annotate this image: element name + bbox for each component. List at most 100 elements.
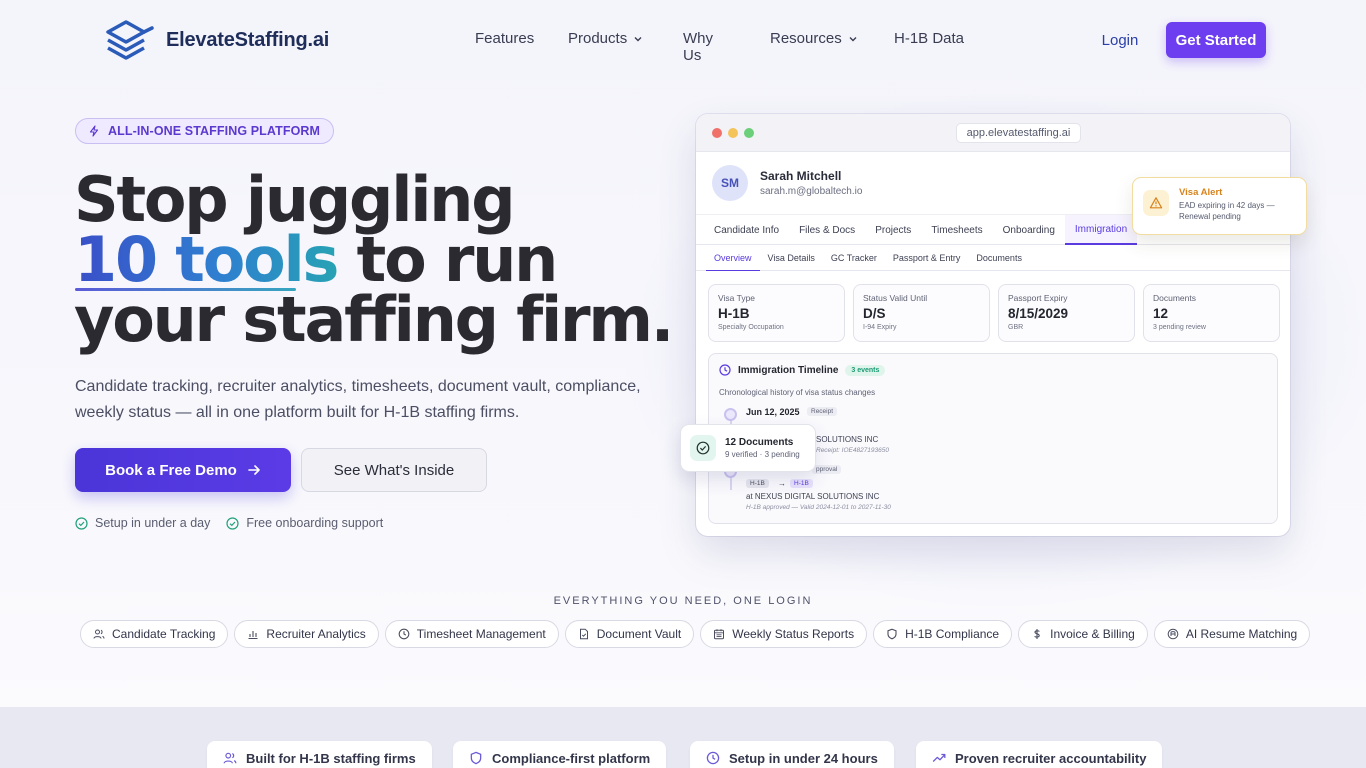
chip-invoice-billing[interactable]: Invoice & Billing <box>1018 620 1148 648</box>
tab-files-docs[interactable]: Files & Docs <box>789 215 865 245</box>
nav-products-label: Products <box>568 30 628 47</box>
trust-chip-setup: Setup in under 24 hours <box>690 741 894 768</box>
feature-chips: Candidate Tracking Recruiter Analytics T… <box>80 620 1311 648</box>
nav-why-us-label: Why Us <box>683 30 713 64</box>
visa-chip-from: H-1B <box>746 479 769 488</box>
check-circle-icon <box>75 516 88 530</box>
subtab-gc-tracker[interactable]: GC Tracker <box>823 245 885 271</box>
stat-note: 3 pending review <box>1153 324 1206 331</box>
documents-card-subtitle: 9 verified · 3 pending <box>725 450 800 459</box>
trust-chip-label: Compliance-first platform <box>492 750 651 766</box>
arrow-right-icon <box>248 465 260 475</box>
documents-card-title: 12 Documents <box>725 437 794 448</box>
document-icon <box>579 628 588 640</box>
subtab-passport-entry[interactable]: Passport & Entry <box>885 245 969 271</box>
chip-weekly-status-reports[interactable]: Weekly Status Reports <box>700 620 868 648</box>
documents-card: 12 Documents 9 verified · 3 pending <box>680 424 816 472</box>
nav-features[interactable]: Features <box>475 30 534 47</box>
stat-note: GBR <box>1008 324 1024 331</box>
stat-card-passport-expiry: Passport Expiry 8/15/2029 GBR <box>998 284 1135 342</box>
chip-label: Candidate Tracking <box>112 627 216 641</box>
timeline-event-meta: Receipt: IOE4827193650 <box>816 447 889 454</box>
get-started-button[interactable]: Get Started <box>1166 22 1266 58</box>
nav-resources[interactable]: Resources <box>770 30 858 47</box>
chip-ai-resume-matching[interactable]: AI Resume Matching <box>1153 620 1311 648</box>
candidate-email: sarah.m@globaltech.io <box>760 186 863 197</box>
hero-pill: ALL-IN-ONE STAFFING PLATFORM <box>75 118 335 144</box>
url-bar: app.elevatestaffing.ai <box>956 123 1081 143</box>
stat-card-visa-type: Visa Type H-1B Specialty Occupation <box>708 284 845 342</box>
visa-alert-title: Visa Alert <box>1179 187 1223 198</box>
brand-logo[interactable]: ElevateStaffing.ai <box>104 18 329 62</box>
chip-candidate-tracking[interactable]: Candidate Tracking <box>80 620 229 648</box>
chip-label: H-1B Compliance <box>905 627 1000 641</box>
tab-timesheets[interactable]: Timesheets <box>921 215 992 245</box>
headline-line-1: Stop juggling <box>74 163 516 236</box>
stat-card-documents: Documents 12 3 pending review <box>1143 284 1280 342</box>
trend-icon <box>932 753 946 762</box>
trust-chip-label: Proven recruiter accountability <box>955 750 1147 766</box>
window-minimize-dot <box>728 128 738 138</box>
book-demo-label: Book a Free Demo <box>105 461 237 479</box>
hero-checks: Setup in under a day Free onboarding sup… <box>75 516 383 530</box>
subtab-documents[interactable]: Documents <box>968 245 1030 271</box>
headline-underline <box>75 288 296 291</box>
shield-icon <box>470 751 482 765</box>
chip-recruiter-analytics[interactable]: Recruiter Analytics <box>234 620 379 648</box>
check-item: Free onboarding support <box>226 516 383 530</box>
timeline-event-tag: Receipt <box>807 407 838 416</box>
stat-note: Specialty Occupation <box>718 324 784 331</box>
stat-cards: Visa Type H-1B Specialty Occupation Stat… <box>708 284 1280 342</box>
trust-chip-accountability: Proven recruiter accountability <box>916 741 1163 768</box>
stat-label: Passport Expiry <box>1008 293 1068 303</box>
chip-timesheet-management[interactable]: Timesheet Management <box>384 620 559 648</box>
chip-label: Document Vault <box>596 627 682 641</box>
subtab-visa-details[interactable]: Visa Details <box>760 245 823 271</box>
tab-onboarding[interactable]: Onboarding <box>993 215 1065 245</box>
chip-h1b-compliance[interactable]: H-1B Compliance <box>873 620 1013 648</box>
hero-pill-label: ALL-IN-ONE STAFFING PLATFORM <box>108 124 321 138</box>
book-demo-button[interactable]: Book a Free Demo <box>75 448 291 492</box>
trust-band: Built for H-1B staffing firms Compliance… <box>0 707 1366 768</box>
nav-products[interactable]: Products <box>568 30 643 47</box>
chevron-down-icon <box>849 36 857 41</box>
lightning-icon <box>89 125 99 137</box>
brand-logo-icon <box>106 20 154 60</box>
nav-why-us[interactable]: Why Us <box>683 30 713 64</box>
timeline-event-text: at NEXUS DIGITAL SOLUTIONS INC <box>746 492 880 501</box>
tab-projects[interactable]: Projects <box>865 215 921 245</box>
stat-value: H-1B <box>718 306 750 321</box>
timeline-event-meta: H-1B approved — Valid 2024-12-01 to 2027… <box>746 504 891 511</box>
timeline-event-date: Jun 12, 2025 <box>746 407 800 417</box>
see-whats-inside-button[interactable]: See What's Inside <box>301 448 487 492</box>
nav-h1b-data[interactable]: H-1B Data <box>894 30 964 47</box>
stat-label: Visa Type <box>718 293 756 303</box>
visa-alert-text: EAD expiring in 42 days — Renewal pendin… <box>1179 201 1275 221</box>
tab-immigration[interactable]: Immigration <box>1064 215 1138 245</box>
stat-note: I-94 Expiry <box>863 324 897 331</box>
timeline-title: Immigration Timeline <box>738 364 839 376</box>
chip-label: Weekly Status Reports <box>732 627 855 641</box>
headline-accent: 10 tools <box>74 223 339 296</box>
chip-label: Timesheet Management <box>416 627 546 641</box>
window-maximize-dot <box>744 128 754 138</box>
timeline-header: Immigration Timeline 3 events <box>719 364 886 376</box>
tab-candidate-info[interactable]: Candidate Info <box>704 215 789 245</box>
check-circle-icon <box>226 516 239 530</box>
calendar-icon <box>714 629 725 640</box>
chip-document-vault[interactable]: Document Vault <box>564 620 695 648</box>
visa-alert-card: Visa Alert EAD expiring in 42 days — Ren… <box>1132 177 1307 235</box>
nav-h1b-data-label: H-1B Data <box>894 30 965 47</box>
check-circle-icon <box>690 435 716 461</box>
login-button[interactable]: Login <box>1090 22 1150 58</box>
subtab-overview[interactable]: Overview <box>706 245 760 271</box>
headline-line-3: your staffing firm. <box>74 283 674 356</box>
warning-icon <box>1143 190 1169 216</box>
timeline-event-text: SOLUTIONS INC <box>816 435 879 444</box>
stat-value: 8/15/2029 <box>1008 306 1069 321</box>
brand-name: ElevateStaffing.ai <box>166 28 330 51</box>
immigration-subtabs: Overview Visa Details GC Tracker Passpor… <box>696 245 1290 271</box>
dollar-icon <box>1034 629 1040 639</box>
users-icon <box>223 752 237 764</box>
check-item: Setup in under a day <box>75 516 210 530</box>
